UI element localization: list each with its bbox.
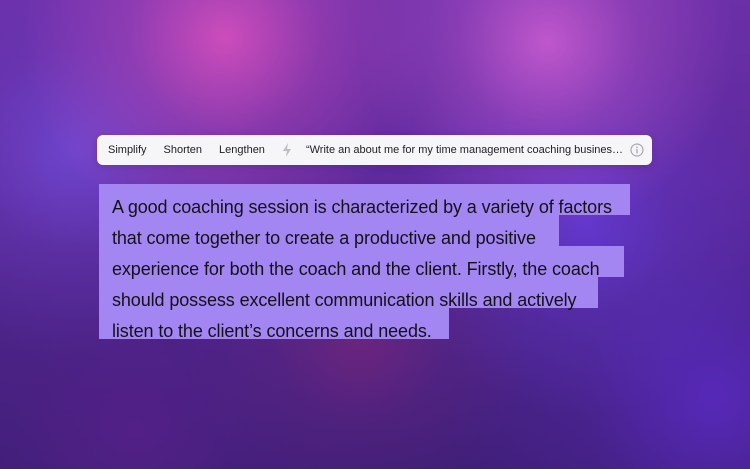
paragraph-line: that come together to create a productiv… [112, 228, 536, 248]
generated-paragraph: A good coaching session is characterized… [112, 192, 632, 347]
lengthen-button[interactable]: Lengthen [219, 144, 265, 156]
prompt-box[interactable]: “Write an about me for my time managemen… [274, 138, 644, 162]
paragraph-line: A good coaching session is characterized… [112, 197, 612, 217]
lightning-icon [274, 138, 300, 162]
shorten-button[interactable]: Shorten [164, 144, 203, 156]
prompt-text[interactable]: “Write an about me for my time managemen… [306, 144, 626, 156]
paragraph-line: listen to the client’s concerns and need… [112, 321, 432, 341]
paragraph-line: should possess excellent communication s… [112, 290, 577, 310]
info-icon[interactable] [630, 143, 644, 157]
toolbar: Simplify Shorten Lengthen “Write an abou… [97, 135, 652, 165]
highlighted-text-block: A good coaching session is characterized… [99, 184, 639, 359]
paragraph-line: experience for both the coach and the cl… [112, 259, 600, 279]
simplify-button[interactable]: Simplify [108, 144, 147, 156]
